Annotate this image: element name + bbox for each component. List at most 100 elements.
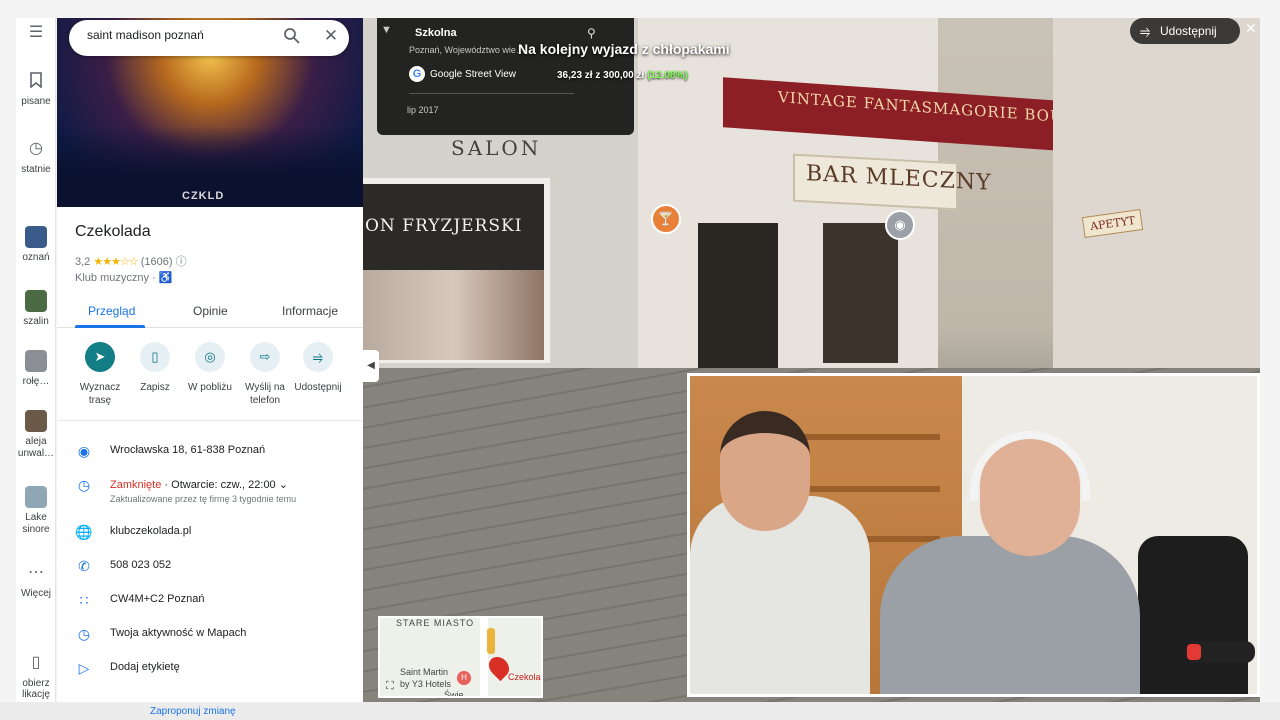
rating-stars: ★★★☆☆ <box>93 256 138 268</box>
tab-overview[interactable]: Przegląd <box>88 304 135 318</box>
directions-icon: ➤ <box>85 342 115 372</box>
hours-row[interactable]: ◷ Zamknięte · Otwarcie: czw., 22:00 ⌄ Za… <box>57 476 363 512</box>
rail-item-label: szalin <box>23 316 49 327</box>
tab-reviews[interactable]: Opinie <box>193 304 228 318</box>
brand-label: Google Street View <box>430 69 516 80</box>
activity-text: Twoja aktywność w Mapach <box>110 627 247 639</box>
label-icon: ▷ <box>78 660 90 676</box>
rail-item-more[interactable]: ⋯ Więcej <box>16 564 56 599</box>
location-pin-icon: ◉ <box>77 443 91 459</box>
goal-amount: 36,23 zł <box>557 70 593 81</box>
phone-row[interactable]: ✆ 508 023 052 <box>57 557 363 581</box>
action-label: Udostępnij <box>294 382 342 393</box>
goal-target: 300,00 zł <box>603 70 645 81</box>
minimap-pin-label: Czekola <box>508 672 541 682</box>
stream-goal-progress: 36,23 zł z 300,00 zł (12.08%) <box>557 70 688 81</box>
close-icon[interactable]: ✕ <box>1245 20 1257 37</box>
review-count[interactable]: (1606) <box>141 256 173 268</box>
rail-item-poznan[interactable]: oznań <box>16 226 56 263</box>
rail-item-get-app[interactable]: ▯ obierz likację <box>16 654 56 700</box>
phone-icon: ✆ <box>78 558 90 574</box>
activity-row[interactable]: ◷ Twoja aktywność w Mapach <box>57 625 363 649</box>
rail-item-label: Więcej <box>20 588 51 599</box>
history-icon: ◷ <box>29 140 43 157</box>
directions-button[interactable]: ➤ Wyznacz trasę <box>72 342 128 407</box>
street-view-share-button[interactable]: ⥤ Udostępnij <box>1130 18 1240 44</box>
place-thumbnail <box>25 290 47 312</box>
add-label-row[interactable]: ▷ Dodaj etykietę <box>57 659 363 683</box>
chevron-down-icon[interactable]: ⌄ <box>279 479 288 491</box>
region-text: Poznań, Województwo wie… <box>409 45 525 55</box>
menu-button[interactable]: ☰ <box>16 24 56 48</box>
category-label[interactable]: Klub muzyczny · <box>75 272 159 284</box>
more-icon: ⋯ <box>28 564 44 581</box>
plus-code-row[interactable]: ∷ CW4M+C2 Poznań <box>57 591 363 615</box>
nearby-icon: ◎ <box>195 342 225 372</box>
share-icon: ⥤ <box>303 342 333 372</box>
add-label-text: Dodaj etykietę <box>110 661 180 673</box>
place-panel: CZKLD saint madison poznań ✕ Czekolada 3… <box>57 18 363 702</box>
location-pin-icon[interactable]: ⚲ <box>587 26 596 40</box>
rail-item-place[interactable]: rołę… <box>16 350 56 387</box>
phone-icon: ▯ <box>31 654 41 671</box>
rail-item-recent[interactable]: ◷ statnie <box>16 140 56 175</box>
plus-code-icon: ∷ <box>79 592 89 608</box>
rating-value: 3,2 <box>75 256 91 268</box>
hero-logo: CZKLD <box>182 190 225 202</box>
clock-icon: ◷ <box>77 477 91 493</box>
rail-item-label: statnie <box>21 164 51 175</box>
website-row[interactable]: 🌐 klubczekolada.pl <box>57 523 363 547</box>
bookmark-icon <box>27 72 45 90</box>
minimap[interactable]: STARE MIASTO Saint Martin by Y3 Hotels H… <box>378 616 543 698</box>
minimap-hotel-label: Saint Martin by Y3 Hotels <box>400 667 451 689</box>
place-thumbnail <box>25 410 47 432</box>
salon-sign: SALON <box>451 136 542 160</box>
google-logo-icon: G <box>409 66 425 82</box>
website-link[interactable]: klubczekolada.pl <box>110 525 191 537</box>
suggest-edit-link[interactable]: Zaproponuj zmianę <box>150 706 236 717</box>
search-icon[interactable] <box>283 27 301 45</box>
send-phone-icon: ⇨ <box>250 342 280 372</box>
capture-date[interactable]: lip 2017 <box>407 105 439 115</box>
history-icon: ◷ <box>77 626 91 642</box>
fryzjerski-sign: ON FRYZJERSKI <box>365 216 523 236</box>
shop-door <box>698 223 778 368</box>
rail-item-label: Lake sinore <box>22 512 50 535</box>
back-arrow-icon[interactable]: ▼ <box>381 24 392 36</box>
left-rail: ☰ pisane ◷ statnie oznań szalin rołę… al… <box>16 18 56 702</box>
right-building <box>1053 18 1260 368</box>
hamburger-icon: ☰ <box>28 24 44 41</box>
rail-item-aleja[interactable]: aleja unwal… <box>16 410 56 460</box>
tab-about[interactable]: Informacje <box>282 304 338 318</box>
address-text: Wrocławska 18, 61-838 Poznań <box>110 444 266 456</box>
hours-note: Zaktualizowane przez tę firmę 3 tygodnie… <box>110 494 297 504</box>
close-icon[interactable]: ✕ <box>321 26 341 46</box>
minimap-street-label: Świę… <box>444 690 473 698</box>
address-row[interactable]: ◉ Wrocławska 18, 61-838 Poznań <box>57 442 363 466</box>
bar-pin-icon[interactable]: 🍸 <box>651 204 681 234</box>
category-row: Klub muzyczny · ♿ <box>75 271 172 284</box>
info-circle-icon[interactable]: ⓘ <box>176 256 187 268</box>
shop-pin-icon[interactable]: ◉ <box>885 210 915 240</box>
send-to-phone-button[interactable]: ⇨ Wyślij na telefon <box>237 342 293 407</box>
street-name: Szkolna <box>415 27 457 39</box>
nearby-button[interactable]: ◎ W pobliżu <box>182 342 238 394</box>
search-input[interactable]: saint madison poznań <box>87 28 204 42</box>
expand-icon[interactable]: ⛶ <box>386 680 394 693</box>
save-button[interactable]: ▯ Zapisz <box>127 342 183 394</box>
rail-item-koszalin[interactable]: szalin <box>16 290 56 327</box>
place-tabs: Przegląd Opinie Informacje <box>57 298 363 328</box>
share-button[interactable]: ⥤ Udostępnij <box>290 342 346 394</box>
screen: ☰ pisane ◷ statnie oznań szalin rołę… al… <box>0 0 1280 720</box>
share-icon: ⥤ <box>1140 23 1151 38</box>
streamer-left-head <box>720 411 810 531</box>
collapse-panel-button[interactable]: ◀ <box>363 350 379 382</box>
rail-item-lake[interactable]: Lake sinore <box>16 486 56 536</box>
webcam-overlay <box>687 373 1260 697</box>
rail-item-saved[interactable]: pisane <box>16 72 56 107</box>
search-box: saint madison poznań ✕ <box>69 20 349 56</box>
stream-goal-title: Na kolejny wyjazd z chłopakami <box>518 41 730 57</box>
card-divider <box>409 93 574 94</box>
gaming-chair <box>1138 536 1248 694</box>
pegman-icon[interactable] <box>487 628 495 654</box>
